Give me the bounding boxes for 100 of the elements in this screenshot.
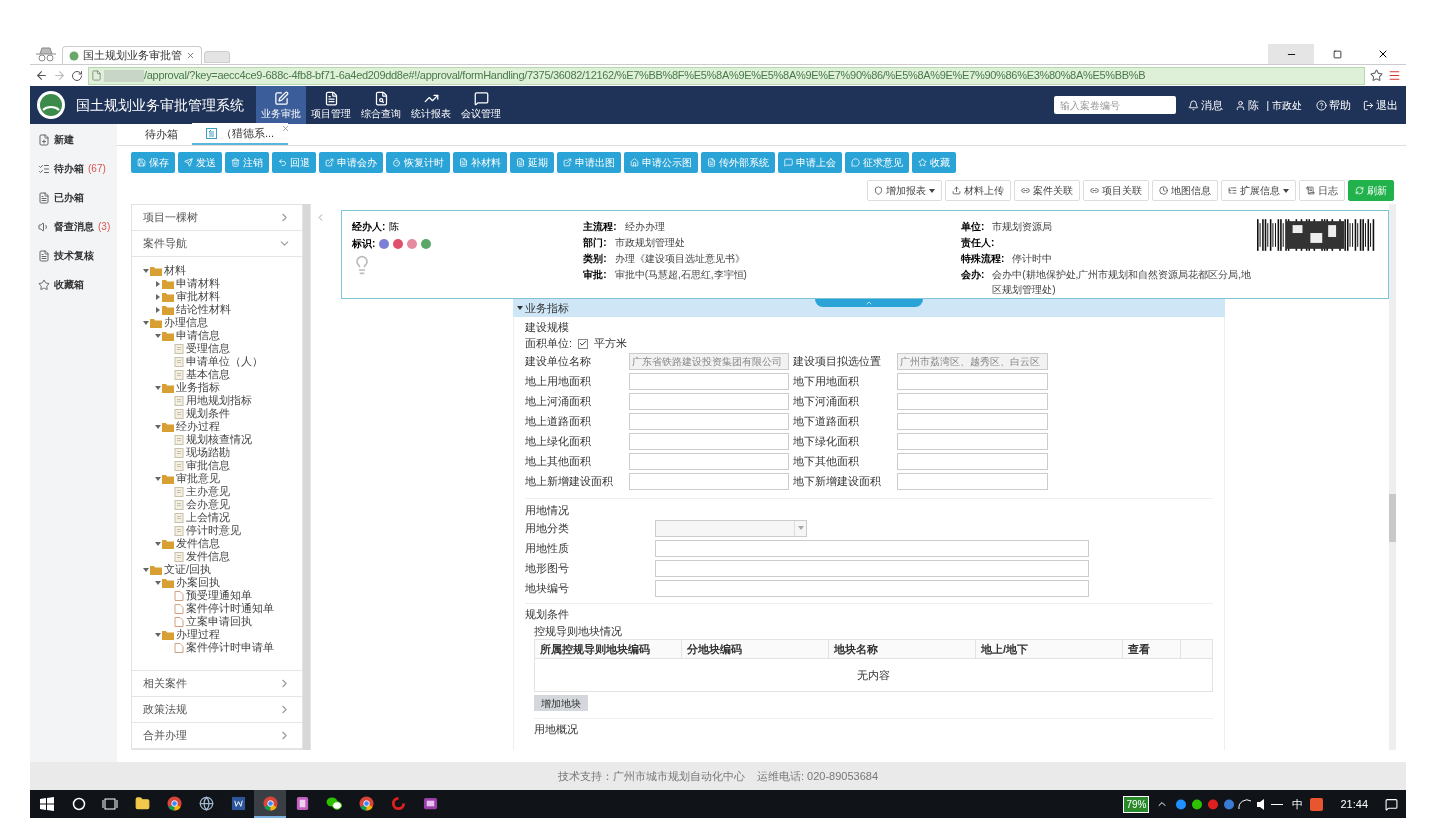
sidebar-item[interactable]: 已办箱 bbox=[38, 188, 117, 207]
field-label: 地下河涌面积 bbox=[792, 394, 860, 410]
tree-item[interactable]: 发件信息 bbox=[176, 537, 220, 550]
tree-item[interactable]: 现场踏勘 bbox=[186, 446, 230, 459]
page-tab[interactable]: 待办箱 bbox=[131, 123, 192, 145]
phone-text: 运维电话: 020-89053684 bbox=[756, 768, 879, 784]
field-label: 审批: bbox=[583, 268, 607, 282]
tree-item[interactable]: 办理信息 bbox=[164, 316, 208, 329]
tree-item[interactable]: 停计时意见 bbox=[186, 524, 241, 537]
tree-item[interactable]: 基本信息 bbox=[186, 368, 230, 381]
tree-item[interactable]: 发件信息 bbox=[186, 550, 230, 563]
sidebar-item[interactable]: 新建 bbox=[38, 130, 117, 149]
tree-item[interactable]: 申请信息 bbox=[176, 329, 220, 342]
help-button[interactable]: 帮助 bbox=[1316, 96, 1351, 114]
tree-item[interactable]: 材料 bbox=[164, 264, 186, 277]
field-label: 地上绿化面积 bbox=[525, 434, 592, 450]
tree-item[interactable]: 申请材料 bbox=[176, 277, 220, 290]
tree-item[interactable]: 用地规划指标 bbox=[186, 394, 252, 407]
toolbar-button[interactable]: 扩展信息 bbox=[1221, 180, 1296, 201]
tree-item[interactable]: 结论性材料 bbox=[176, 303, 231, 316]
tree-item[interactable]: 受理信息 bbox=[186, 342, 230, 355]
field-label: 地下道路面积 bbox=[792, 414, 860, 430]
field-label: 会办: bbox=[960, 268, 985, 282]
tree-item[interactable]: 预受理通知单 bbox=[186, 589, 252, 602]
field-label: 面积单位: bbox=[525, 336, 573, 352]
section-title: 规划条件 bbox=[525, 607, 570, 622]
field-label: 责任人: bbox=[960, 236, 995, 250]
field-value: 市政规划管理处 bbox=[614, 236, 685, 250]
sidebar-item[interactable]: 技术复核 bbox=[38, 246, 117, 265]
empty-message: 无内容 bbox=[857, 667, 890, 683]
toolbar-button[interactable]: 地图信息 bbox=[1152, 180, 1218, 201]
field-label: 建设项目拟选位置 bbox=[792, 354, 882, 370]
tree-item[interactable]: 经办过程 bbox=[176, 420, 220, 433]
input-method-indicator: 中 bbox=[1292, 796, 1304, 812]
sidebar-item[interactable]: 督查消息 (3) bbox=[38, 217, 117, 236]
field-label: 主流程: bbox=[583, 220, 617, 234]
nav-tab[interactable]: 业务审批 bbox=[256, 86, 306, 124]
section-title: 建设规模 bbox=[525, 320, 570, 335]
toolbar-button[interactable]: 材料上传 bbox=[945, 180, 1011, 201]
browser-tab[interactable]: 国土规划业务审批管 bbox=[62, 46, 202, 64]
toolbar-button[interactable]: 项目关联 bbox=[1083, 180, 1149, 201]
field-label: 单位: bbox=[960, 220, 985, 234]
tree-item[interactable]: 规划核查情况 bbox=[186, 433, 252, 446]
messages-button[interactable]: 消息 bbox=[1187, 96, 1223, 114]
clock-text: 21:44 bbox=[1340, 796, 1368, 812]
add-plot-button[interactable]: 增加地块 bbox=[534, 695, 588, 711]
logout-button[interactable]: 退出 bbox=[1363, 96, 1398, 114]
tree-item[interactable]: 文证/回执 bbox=[164, 563, 212, 576]
field-label: 地上其他面积 bbox=[525, 454, 592, 470]
tree-item[interactable]: 办案回执 bbox=[176, 576, 220, 589]
search-field[interactable]: 输入案卷编号 bbox=[1053, 96, 1176, 114]
field-label: 地上河涌面积 bbox=[525, 394, 592, 410]
section-title: 用地情况 bbox=[525, 502, 570, 518]
tree-item[interactable]: 案件停计时申请单 bbox=[186, 641, 274, 654]
subsection-title: 控规导则地块情况 bbox=[534, 623, 623, 639]
tree-item[interactable]: 规划条件 bbox=[186, 407, 230, 420]
field-label: 地块编号 bbox=[525, 580, 570, 596]
page-tab[interactable]: （猎德系... bbox=[192, 123, 289, 145]
nav-tab[interactable]: 会议管理 bbox=[456, 86, 506, 124]
column-header: 分地块编码 bbox=[682, 640, 829, 658]
tree-item[interactable]: 上会情况 bbox=[186, 511, 230, 524]
nav-tab[interactable]: 项目管理 bbox=[306, 86, 356, 124]
field-value: 经办办理 bbox=[624, 220, 665, 234]
field-value: 审批中(马慧超,石思红,李宇恒) bbox=[614, 268, 747, 282]
nav-tab[interactable]: 统计报表 bbox=[406, 86, 456, 124]
tree-item[interactable]: 业务指标 bbox=[176, 381, 220, 394]
section-header[interactable]: 业务指标 bbox=[513, 299, 1225, 317]
field-label: 经办人: bbox=[352, 220, 386, 234]
tree-item[interactable]: 审批材料 bbox=[176, 290, 220, 303]
field-label: 地上用地面积 bbox=[525, 374, 592, 390]
tree-item[interactable]: 立案申请回执 bbox=[186, 615, 252, 628]
tree-item[interactable]: 审批信息 bbox=[186, 459, 230, 472]
toolbar-button[interactable]: 增加报表 bbox=[867, 180, 942, 201]
field-label: 标识: bbox=[352, 237, 376, 251]
tree-item[interactable]: 办理过程 bbox=[176, 628, 220, 641]
column-header: 查看 bbox=[1123, 640, 1181, 658]
field-label: 地形图号 bbox=[525, 560, 570, 576]
tree-item[interactable]: 申请单位（人） bbox=[186, 355, 263, 368]
field-value: 办理《建设项目选址意见书》 bbox=[614, 252, 745, 266]
column-header: 地上/地下 bbox=[976, 640, 1123, 658]
department-label: | 市政处 bbox=[1266, 98, 1302, 113]
toolbar-button[interactable]: 日志 bbox=[1299, 180, 1345, 201]
tree-item[interactable]: 主办意见 bbox=[186, 485, 230, 498]
field-value: 会办中(耕地保护处,广州市规划和自然资源局花都区分局,地区规划管理处) bbox=[992, 268, 1253, 297]
toolbar-button[interactable]: 案件关联 bbox=[1014, 180, 1080, 201]
field-label: 建设单位名称 bbox=[525, 354, 592, 370]
sidebar-item[interactable]: 收藏箱 bbox=[38, 275, 117, 294]
nav-tab[interactable]: 综合查询 bbox=[356, 86, 406, 124]
user-button[interactable]: 陈 bbox=[1234, 96, 1259, 114]
tree-item[interactable]: 会办意见 bbox=[186, 498, 230, 511]
field-label: 地下绿化面积 bbox=[792, 434, 860, 450]
handler-name: 陈 bbox=[389, 220, 400, 234]
field-label: 地下新增建设面积 bbox=[792, 474, 882, 490]
support-text: 技术支持：广州市城市规划自动化中心 bbox=[557, 768, 745, 784]
tree-item[interactable]: 案件停计时通知单 bbox=[186, 602, 274, 615]
address-bar[interactable]: /approval/?key=aecc4ce9-688c-4fb8-bf71-6a4ed209dd8e#!/approval/formHandling/7375/36082/12162/%E7%BB%8F%E5%8A%9E%E5%8A%9E%E7%90%86/%E5%8A%9E%E7%90%86%E3%80%8A%E5%BB%B bbox=[88, 66, 1365, 85]
battery-indicator[interactable]: 79% bbox=[1123, 795, 1150, 813]
field-label: 部门: bbox=[583, 236, 607, 250]
sidebar-item[interactable]: 待办箱 (67) bbox=[38, 159, 117, 178]
tree-item[interactable]: 审批意见 bbox=[176, 472, 220, 485]
